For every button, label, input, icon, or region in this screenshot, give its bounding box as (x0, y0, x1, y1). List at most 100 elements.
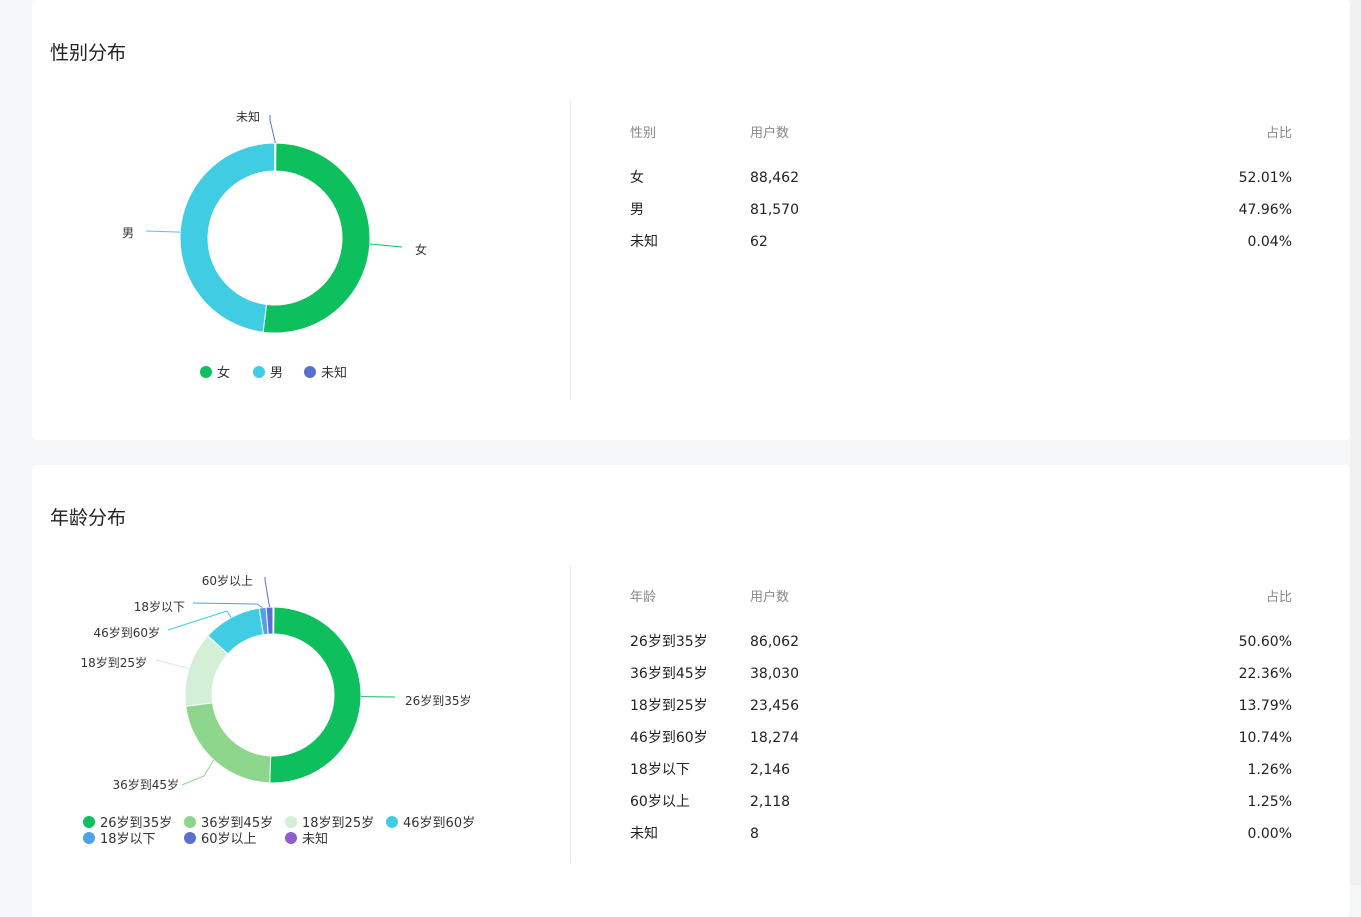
slice-label: 46岁到60岁 (93, 625, 160, 640)
gender-donut-chart: 女 男 未知 (122, 110, 427, 334)
slice-label: 男 (122, 226, 134, 240)
donut-slice[interactable] (272, 606, 275, 635)
divider (570, 565, 571, 863)
table-row: 26岁到35岁 86,062 50.60% (630, 626, 1292, 658)
label-leader-line (269, 115, 276, 144)
legend-item[interactable]: 未知 (304, 362, 347, 381)
age-table: 年龄 用户数 占比 26岁到35岁 86,062 50.60% 36岁到45岁 38,0… (630, 586, 1292, 850)
legend-item[interactable]: 男 (253, 362, 283, 381)
legend-dot-icon (285, 815, 297, 828)
donut-slice[interactable] (185, 702, 272, 784)
row-label: 60岁以上 (630, 794, 690, 810)
header-count: 用户数 (750, 126, 790, 141)
header-gender: 性别 (630, 126, 657, 141)
row-pct: 52.01% (1238, 170, 1292, 186)
legend-item[interactable]: 46岁到60岁 (386, 812, 475, 831)
legend-dot-icon (386, 815, 398, 828)
row-count: 8 (750, 826, 759, 842)
age-donut-chart: 26岁到35岁 36岁到45岁 18岁到25岁 46岁到60岁 18岁以下 60岁以上 (80, 573, 472, 792)
legend-dot-icon (285, 831, 297, 844)
table-row: 18岁以下 2,146 1.26% (630, 754, 1292, 786)
row-count: 2,118 (750, 794, 791, 810)
row-label: 女 (630, 170, 644, 186)
row-count: 62 (750, 234, 768, 250)
label-leader-line (145, 230, 181, 233)
row-label: 36岁到45岁 (630, 666, 708, 682)
table-row: 60岁以上 2,118 1.25% (630, 786, 1292, 818)
row-pct: 1.26% (1247, 762, 1292, 778)
label-leader-line (181, 759, 215, 786)
row-pct: 10.74% (1238, 730, 1292, 746)
divider (570, 100, 571, 400)
donut-slice[interactable] (274, 142, 277, 172)
legend-item[interactable]: 60岁以上 (184, 828, 257, 847)
scrollbar[interactable] (1350, 0, 1361, 885)
legend-dot-icon (304, 365, 316, 378)
row-label: 未知 (630, 234, 658, 250)
legend-label: 未知 (321, 366, 348, 381)
row-pct: 22.36% (1238, 666, 1292, 682)
row-pct: 0.04% (1247, 234, 1292, 250)
donut-slice[interactable] (179, 142, 276, 333)
legend-label: 未知 (302, 832, 329, 847)
slice-label: 女 (415, 242, 427, 257)
legend-dot-icon (83, 815, 95, 828)
row-count: 81,570 (750, 202, 799, 218)
legend-dot-icon (184, 815, 196, 828)
row-label: 未知 (630, 826, 658, 842)
row-pct: 0.00% (1247, 826, 1292, 842)
table-row: 未知 8 0.00% (630, 818, 1292, 850)
row-pct: 47.96% (1238, 202, 1292, 218)
legend-item[interactable]: 未知 (285, 828, 328, 847)
header-pct: 占比 (1265, 590, 1292, 605)
row-label: 男 (630, 202, 644, 218)
row-count: 23,456 (750, 698, 799, 714)
row-count: 2,146 (750, 762, 791, 778)
legend-label: 女 (217, 366, 231, 381)
legend-dot-icon (200, 365, 212, 378)
header-pct: 占比 (1265, 126, 1292, 141)
table-header: 年龄 用户数 占比 (630, 586, 1292, 606)
row-count: 18,274 (750, 730, 799, 746)
gender-table: 性别 用户数 占比 女 88,462 52.01% 男 81,570 47.96… (630, 122, 1292, 258)
label-leader-line (155, 659, 190, 670)
donut-slice[interactable] (269, 606, 362, 784)
slice-label: 60岁以上 (202, 573, 253, 588)
table-row: 未知 62 0.04% (630, 226, 1292, 258)
slice-label: 18岁以下 (134, 599, 185, 614)
slice-label: 26岁到35岁 (405, 693, 472, 708)
row-pct: 13.79% (1238, 698, 1292, 714)
row-pct: 50.60% (1238, 634, 1292, 650)
table-row: 46岁到60岁 18,274 10.74% (630, 722, 1292, 754)
legend-item[interactable]: 女 (200, 362, 230, 381)
slice-label: 18岁到25岁 (80, 655, 147, 670)
table-header: 性别 用户数 占比 (630, 122, 1292, 142)
slice-label: 未知 (236, 110, 260, 124)
legend-dot-icon (253, 365, 265, 378)
legend-label: 男 (270, 366, 284, 381)
legend-label: 46岁到60岁 (403, 816, 476, 831)
legend-label: 18岁以下 (100, 832, 156, 847)
header-age: 年龄 (630, 590, 657, 605)
row-pct: 1.25% (1247, 794, 1292, 810)
row-label: 18岁到25岁 (630, 698, 708, 714)
legend-item[interactable]: 18岁以下 (83, 828, 156, 847)
row-count: 88,462 (750, 170, 799, 186)
label-leader-line (264, 577, 271, 608)
table-row: 女 88,462 52.01% (630, 162, 1292, 194)
row-count: 86,062 (750, 634, 799, 650)
table-row: 36岁到45岁 38,030 22.36% (630, 658, 1292, 690)
slice-label: 36岁到45岁 (112, 777, 179, 792)
label-leader-line (369, 243, 403, 248)
row-label: 26岁到35岁 (630, 634, 708, 650)
table-row: 18岁到25岁 23,456 13.79% (630, 690, 1292, 722)
table-row: 男 81,570 47.96% (630, 194, 1292, 226)
legend-label: 60岁以上 (201, 832, 257, 847)
row-label: 18岁以下 (630, 762, 690, 778)
age-card: 年龄分布 26岁到35岁 36岁到45岁 18岁到25岁 46岁到60岁 18岁以下 60… (32, 465, 1350, 917)
legend-dot-icon (83, 831, 95, 844)
gender-card: 性别分布 女男未知 女男未知 性别 用户数 占比 女 88,462 52.01%… (32, 0, 1350, 440)
header-count: 用户数 (750, 590, 790, 605)
label-leader-line (192, 602, 263, 609)
donut-slice[interactable] (262, 142, 371, 334)
